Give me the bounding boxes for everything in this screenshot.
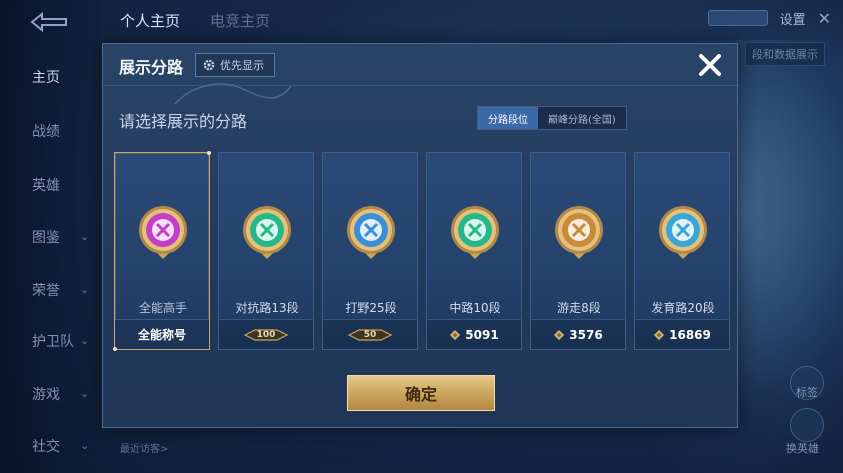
status-badge [707, 10, 768, 26]
selection-corner-dot [207, 151, 211, 155]
points-icon [450, 329, 461, 340]
lane-card-label: 全能高手 [138, 301, 187, 315]
dialog-title: 展示分路 [119, 58, 184, 77]
lane-card-footer: 5091 [427, 319, 521, 349]
top-right-bar: 设置 ✕ [707, 0, 843, 36]
nav-item-label: 图鉴 [32, 230, 60, 246]
points-icon [654, 329, 665, 340]
nav-item[interactable]: 社交 ⌄ [0, 431, 100, 461]
title-label: 全能称号 [137, 328, 186, 342]
tab-esports-home[interactable]: 电竞主页 [210, 10, 270, 31]
lane-card-label: 游走8段 [557, 301, 601, 315]
points-icon [554, 329, 565, 340]
priority-display-label: 优先显示 [220, 59, 264, 72]
gear-icon [203, 59, 215, 71]
lane-card-footer: 50 [323, 319, 417, 349]
lane-card-footer: 100 [219, 319, 313, 349]
lane-card-footer: 全能称号 [115, 319, 209, 349]
lane-card[interactable]: 全能高手 全能称号 [113, 151, 211, 351]
lane-card[interactable]: 发育路20段 16869 [634, 152, 730, 350]
all-round-badge-icon [139, 206, 187, 259]
selection-corner-dot [113, 347, 117, 351]
lane-card-label: 发育路20段 [651, 301, 715, 315]
lane-card[interactable]: 对抗路13段 100 [218, 152, 314, 350]
chevron-down-icon: ⌄ [80, 387, 90, 400]
chevron-down-icon: ⌄ [80, 439, 90, 452]
confirm-button[interactable]: 确定 [347, 375, 495, 411]
points-value: 5091 [465, 327, 499, 342]
tag-label: 标签 [796, 386, 818, 399]
nav-item-label: 主页 [32, 70, 60, 86]
nav-item-label: 护卫队 [32, 334, 74, 350]
nav-item[interactable]: 主页 [0, 62, 100, 92]
lane-mode-toggle: 分路段位 巅峰分路(全国) [477, 106, 627, 130]
tab-lane-rank[interactable]: 分路段位 [478, 107, 538, 129]
lane-card[interactable]: 中路10段 5091 [426, 152, 522, 350]
lane-card[interactable]: 游走8段 3576 [530, 152, 626, 350]
display-data-tag[interactable]: 段和数据展示 [745, 42, 825, 66]
nav-item-label: 游戏 [32, 387, 60, 403]
nav-item[interactable]: 游戏 ⌄ [0, 379, 100, 409]
tab-personal-home[interactable]: 个人主页 [120, 10, 180, 31]
select-lane-prompt: 请选择展示的分路 [119, 112, 248, 131]
close-icon[interactable]: ✕ [818, 9, 831, 28]
lane-card-list: 全能高手 全能称号 对抗路13段 100 打野25段 50 中路10段 5091 游走8段 357… [113, 151, 732, 351]
nav-item[interactable]: 荣誉 ⌄ [0, 275, 100, 305]
nav-item-label: 荣誉 [32, 283, 60, 299]
recent-visitors-link[interactable]: 最近访客> [120, 440, 168, 455]
rank-number: 100 [256, 329, 276, 340]
chevron-down-icon: ⌄ [80, 230, 90, 243]
left-nav: 主页战绩英雄图鉴 ⌄ 荣誉 ⌄ 护卫队 ⌄ 游戏 ⌄ 社交 ⌄ [0, 0, 100, 473]
priority-display-button[interactable]: 优先显示 [195, 53, 275, 77]
farm-lane-badge-icon [659, 206, 707, 259]
lane-display-dialog: 展示分路 优先显示 请选择展示的分路 分路段位 巅峰分路(全国) 全能高手全能称… [102, 43, 739, 428]
bottom-bar: 最近访客> [100, 423, 843, 473]
clash-lane-badge-icon [243, 206, 291, 259]
lane-card[interactable]: 打野25段 50 [322, 152, 418, 350]
nav-item-label: 战绩 [32, 124, 60, 140]
change-hero-button[interactable] [790, 408, 824, 442]
lane-card-footer: 3576 [531, 319, 625, 349]
change-hero-label: 换英雄 [786, 442, 819, 455]
nav-item[interactable]: 英雄 [0, 170, 100, 200]
back-arrow-icon[interactable] [26, 10, 72, 34]
top-tabs: 个人主页 电竞主页 [120, 10, 270, 31]
rank-number: 50 [363, 329, 377, 340]
close-icon[interactable] [695, 50, 725, 80]
dialog-header: 展示分路 优先显示 [103, 44, 739, 86]
nav-item[interactable]: 战绩 [0, 116, 100, 146]
chevron-down-icon: ⌄ [80, 283, 90, 296]
nav-item-label: 英雄 [32, 178, 60, 194]
points-value: 16869 [669, 327, 711, 342]
points-value: 3576 [569, 327, 603, 342]
nav-item[interactable]: 护卫队 ⌄ [0, 326, 100, 356]
lane-card-label: 打野25段 [345, 301, 397, 315]
roam-badge-icon [555, 206, 603, 259]
lane-card-label: 中路10段 [449, 301, 501, 315]
chevron-down-icon: ⌄ [80, 334, 90, 347]
tab-peak-lane[interactable]: 巅峰分路(全国) [538, 107, 626, 129]
nav-item[interactable]: 图鉴 ⌄ [0, 222, 100, 252]
settings-button[interactable]: 设置 [780, 9, 806, 28]
lane-card-label: 对抗路13段 [235, 301, 299, 315]
nav-item-label: 社交 [32, 439, 60, 455]
mid-lane-badge-icon [451, 206, 499, 259]
lane-card-footer: 16869 [635, 319, 729, 349]
jungle-badge-icon [347, 206, 395, 259]
